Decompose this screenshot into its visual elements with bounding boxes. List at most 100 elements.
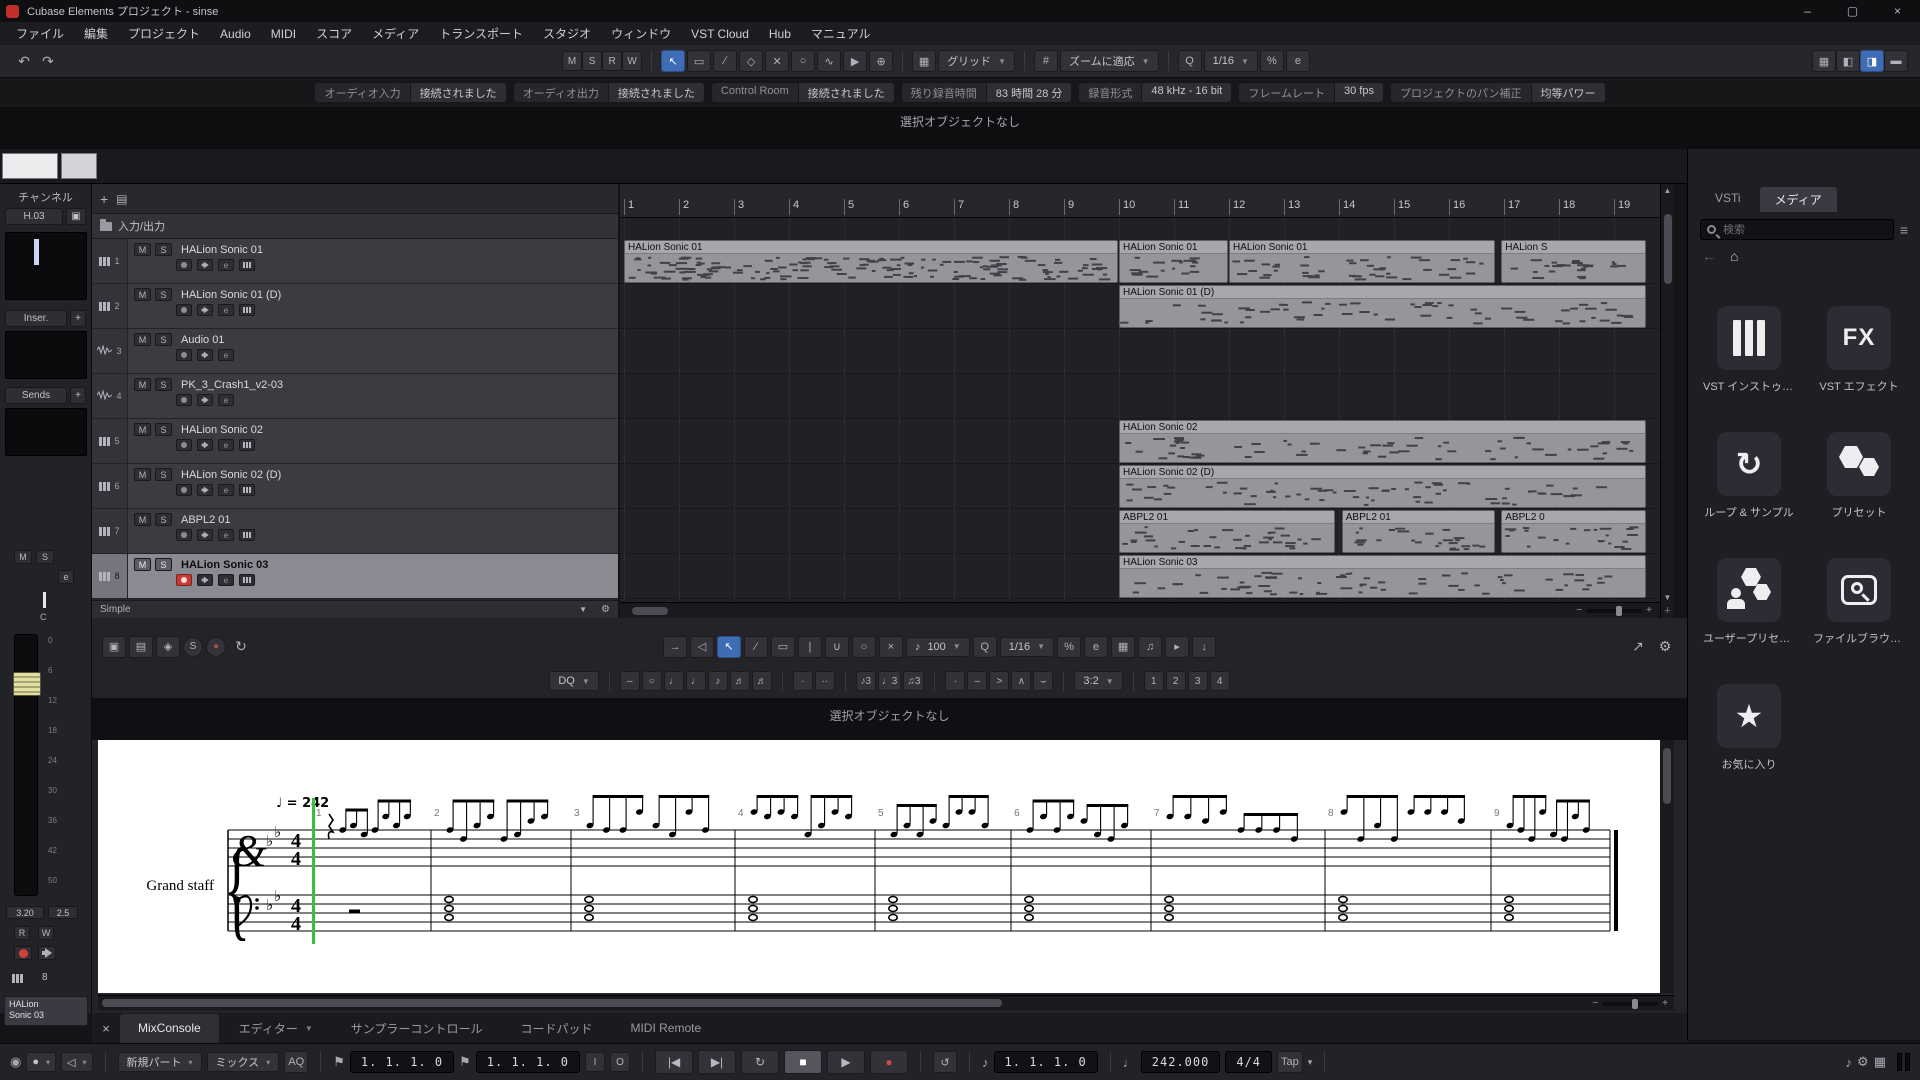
- quantize-settings-button[interactable]: e: [1285, 50, 1310, 72]
- quantize-settings-button[interactable]: e: [1084, 635, 1109, 658]
- midi-clip[interactable]: ABPL2 01: [1341, 510, 1495, 553]
- track-instrument-button[interactable]: [239, 439, 255, 451]
- zoom-in-button[interactable]: +: [1646, 605, 1652, 616]
- close-lower-zone-icon[interactable]: ×: [94, 1021, 118, 1036]
- list-view-icon[interactable]: ≡: [1900, 222, 1908, 238]
- media-tile-preset[interactable]: プリセット: [1815, 432, 1903, 520]
- channel-picture-box[interactable]: [5, 232, 87, 300]
- triplet-button-2[interactable]: ♫3: [903, 671, 925, 691]
- track-solo-button[interactable]: S: [155, 468, 172, 481]
- track-edit-button[interactable]: e: [218, 349, 234, 361]
- track-record-button[interactable]: [176, 259, 192, 271]
- window-layout-icon-3[interactable]: ▬: [1883, 50, 1908, 72]
- menu-item-9[interactable]: ウィンドウ: [601, 22, 681, 45]
- draw-tool[interactable]: ∕: [743, 635, 768, 658]
- retrospective-record-button[interactable]: ↺: [933, 1051, 958, 1073]
- mute-tool[interactable]: ✕: [765, 50, 790, 72]
- range-tool[interactable]: ▭: [687, 50, 712, 72]
- iterative-quantize-icon[interactable]: %: [1259, 50, 1284, 72]
- eighth-note-button[interactable]: ♪: [707, 671, 728, 691]
- draw-tool[interactable]: ∕: [713, 50, 738, 72]
- midi-clip[interactable]: HALion Sonic 01: [1229, 240, 1495, 283]
- play-button[interactable]: ▶: [827, 1050, 866, 1074]
- score-horizontal-scrollbar[interactable]: − +: [98, 995, 1674, 1010]
- midi-clip[interactable]: HALion Sonic 01: [624, 240, 1118, 283]
- triplet-button-1[interactable]: ♩3: [877, 671, 902, 691]
- editor-extra-icon-2[interactable]: ▸: [1165, 635, 1190, 658]
- voice-1-button[interactable]: 1: [1143, 671, 1164, 691]
- tap-tempo-button[interactable]: Tap: [1277, 1051, 1303, 1073]
- automation-w-button[interactable]: W: [622, 51, 643, 71]
- automation-m-button[interactable]: M: [562, 51, 583, 71]
- tenuto-button[interactable]: ‒: [967, 671, 988, 691]
- accent-button[interactable]: >: [989, 671, 1010, 691]
- track-row[interactable]: 8 M S HALion Sonic 03 e: [92, 554, 618, 599]
- timeline-ruler[interactable]: 1 2 3 4 5 6 7 8 9 10 11 12 13 14 15 16 17 18 19: [620, 184, 1660, 218]
- track-solo-button[interactable]: S: [155, 423, 172, 436]
- track-edit-button[interactable]: e: [218, 304, 234, 316]
- voice-3-button[interactable]: 3: [1187, 671, 1208, 691]
- redo-icon[interactable]: ↷: [36, 50, 60, 72]
- dot-button-0[interactable]: ·: [792, 671, 813, 691]
- track-mute-button[interactable]: M: [134, 468, 151, 481]
- zoom-in-button[interactable]: +: [1662, 998, 1668, 1009]
- record-mode-dropdown[interactable]: ● ▾: [26, 1052, 57, 1072]
- window-layout-icon-0[interactable]: ▦: [1811, 50, 1836, 72]
- track-edit-button[interactable]: e: [218, 259, 234, 271]
- track-instrument-button[interactable]: [239, 574, 255, 586]
- zoom-tool[interactable]: ○: [851, 635, 876, 658]
- channel-edit-button[interactable]: e: [58, 570, 74, 584]
- track-row[interactable]: 4 M S PK_3_Crash1_v2-03 e: [92, 374, 618, 419]
- home-icon[interactable]: ⌂: [1730, 248, 1738, 264]
- midi-clip[interactable]: ABPL2 01: [1119, 510, 1336, 553]
- track-monitor-button[interactable]: [197, 529, 213, 541]
- lower-tab-4[interactable]: MIDI Remote: [612, 1014, 719, 1043]
- undo-icon[interactable]: ↶: [12, 50, 36, 72]
- track-record-button[interactable]: [176, 349, 192, 361]
- go-to-start-button[interactable]: |◀: [655, 1050, 694, 1074]
- track-instrument-button[interactable]: [239, 304, 255, 316]
- lower-tab-1[interactable]: エディター ▼: [221, 1014, 331, 1043]
- go-to-end-button[interactable]: ▶|: [698, 1050, 737, 1074]
- keyboard-icon[interactable]: ▦: [1874, 1054, 1886, 1070]
- midi-clip[interactable]: ABPL2 0: [1501, 510, 1646, 553]
- chevron-down-icon[interactable]: ▾: [1308, 1057, 1313, 1068]
- menu-item-6[interactable]: メディア: [362, 22, 429, 45]
- score-zoom-slider[interactable]: [1602, 998, 1659, 1009]
- inserts-add-icon[interactable]: +: [70, 310, 86, 327]
- slur-button[interactable]: ⌣: [1033, 671, 1054, 691]
- record-mix-dropdown[interactable]: ミックス ▾: [206, 1052, 280, 1072]
- editor-left-icon-0[interactable]: ▣: [102, 635, 126, 658]
- tie-button[interactable]: ‒: [619, 671, 640, 691]
- record-button[interactable]: ●: [870, 1050, 909, 1074]
- zoom-out-button[interactable]: −: [1576, 605, 1582, 616]
- lower-tab-0[interactable]: MixConsole: [120, 1013, 219, 1043]
- track-record-button[interactable]: [176, 394, 192, 406]
- track-row[interactable]: 3 M S Audio 01 e: [92, 329, 618, 374]
- track-record-button[interactable]: [176, 439, 192, 451]
- insert-mode-dropdown[interactable]: 新規パート ▾: [117, 1052, 202, 1072]
- snap-icon[interactable]: ▦: [912, 50, 937, 72]
- left-locator-display[interactable]: 1. 1. 1. 0: [349, 1051, 455, 1073]
- window-layout-icon-1[interactable]: ◧: [1835, 50, 1860, 72]
- zoom-tool[interactable]: ○: [791, 50, 816, 72]
- track-mute-button[interactable]: M: [134, 378, 151, 391]
- track-mute-button[interactable]: M: [134, 513, 151, 526]
- arrange-area[interactable]: HALion Sonic 01 HALion Sonic 01 HALion Son…: [620, 218, 1660, 602]
- footer-dropdown-icon[interactable]: ▼: [579, 605, 587, 614]
- media-tile-user-preset[interactable]: ユーザープリセット: [1703, 558, 1795, 646]
- dot-button-1[interactable]: ··: [814, 671, 835, 691]
- menu-item-5[interactable]: スコア: [306, 22, 362, 45]
- acoustic-feedback-icon[interactable]: ◁: [689, 635, 714, 658]
- punch-in-button[interactable]: I: [585, 1052, 606, 1072]
- half-note-button[interactable]: ♩: [663, 671, 684, 691]
- track-solo-button[interactable]: S: [155, 288, 172, 301]
- track-solo-button[interactable]: S: [155, 558, 172, 571]
- staccato-button[interactable]: ·: [945, 671, 966, 691]
- track-edit-button[interactable]: e: [218, 529, 234, 541]
- display-quantize-dropdown[interactable]: DQ ▼: [549, 671, 599, 691]
- menu-item-7[interactable]: トランスポート: [429, 22, 533, 45]
- record-in-editor-button[interactable]: ●: [206, 636, 226, 657]
- midi-clip[interactable]: HALion Sonic 02 (D): [1119, 465, 1646, 508]
- velocity-dropdown[interactable]: ♪ 100 ▼: [905, 636, 970, 657]
